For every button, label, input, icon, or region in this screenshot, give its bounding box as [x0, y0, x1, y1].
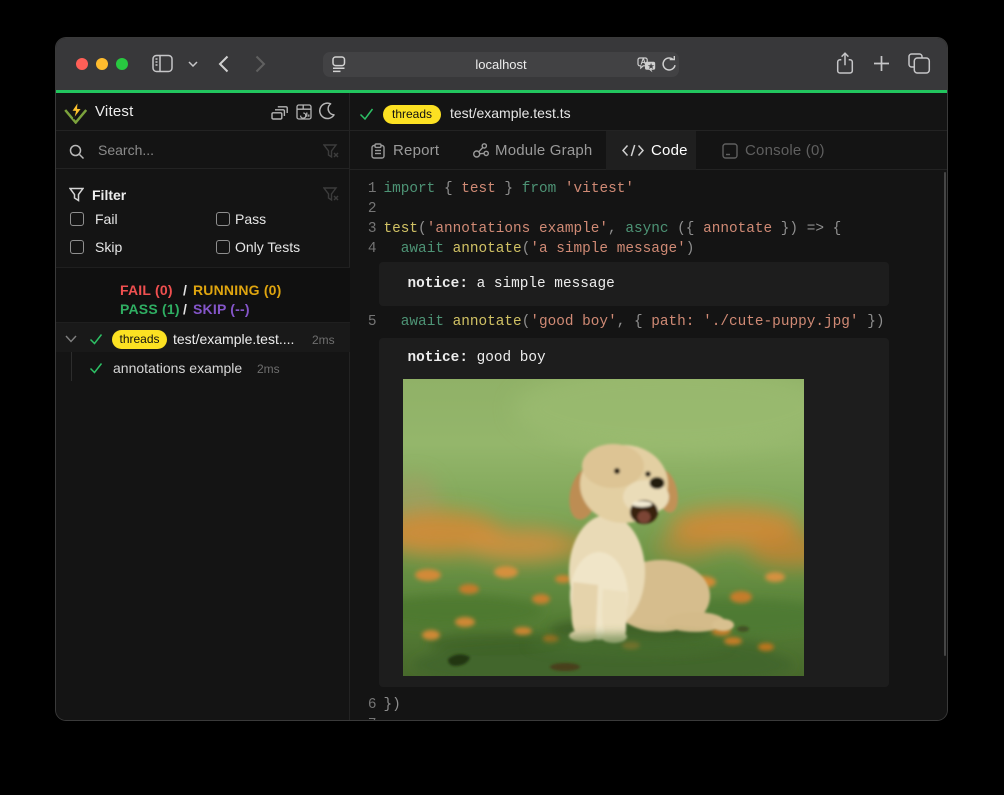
svg-text:★: ★	[647, 61, 655, 71]
